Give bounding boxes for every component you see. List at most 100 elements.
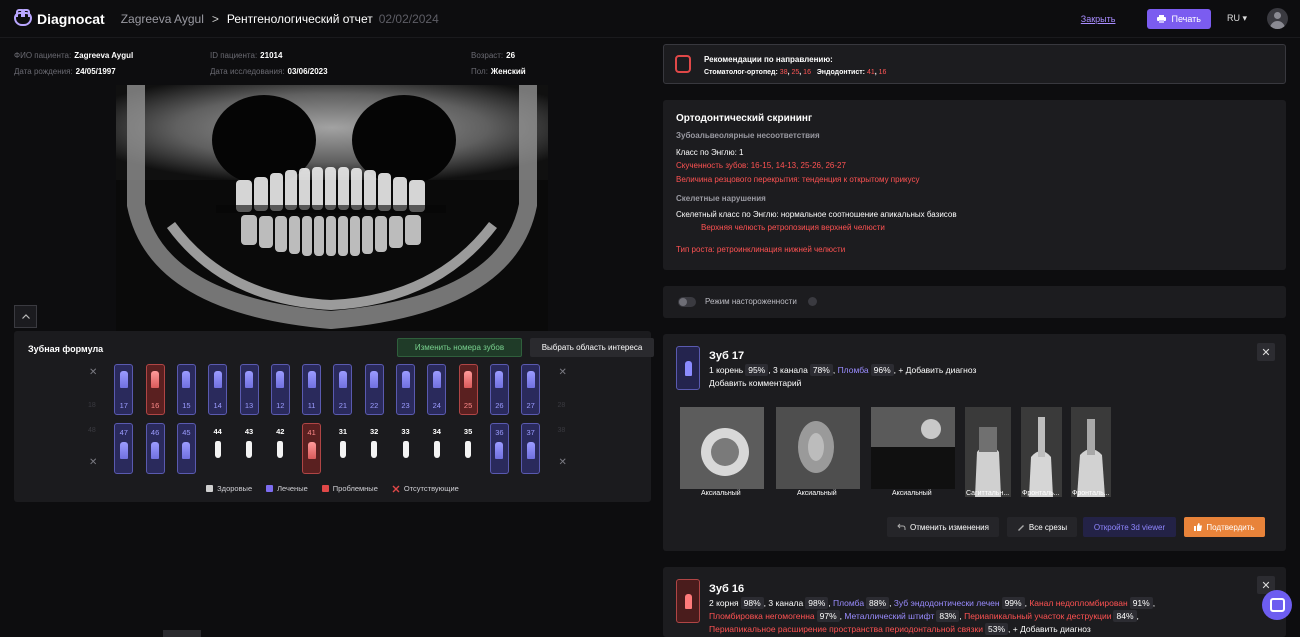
- tooth-16[interactable]: 16: [145, 364, 165, 415]
- renumber-teeth-button[interactable]: Изменить номера зубов: [397, 338, 522, 357]
- tooth-32[interactable]: 32: [365, 423, 384, 474]
- tooth-24[interactable]: 24: [427, 364, 447, 415]
- referral-icon: [675, 55, 691, 73]
- tooth-12[interactable]: 12: [270, 364, 290, 415]
- tooth-26[interactable]: 26: [489, 364, 509, 415]
- absent-tooth-x-icon[interactable]: ✕: [559, 367, 567, 378]
- tooth-number: 13: [244, 401, 254, 410]
- absent-tooth-x-icon[interactable]: ✕: [89, 367, 97, 378]
- tooth-27[interactable]: 27: [521, 364, 541, 415]
- slice-label: Фронталь...: [1022, 490, 1060, 497]
- slice-axial-2[interactable]: [776, 407, 860, 489]
- tooth-17[interactable]: 17: [114, 364, 134, 415]
- close-icon[interactable]: ✕: [1257, 343, 1275, 361]
- tooth-23[interactable]: 23: [396, 364, 415, 415]
- endo-tooth-link[interactable]: 16: [879, 69, 887, 76]
- tooth-33[interactable]: 33: [396, 423, 415, 474]
- tooth-25[interactable]: 25: [458, 364, 478, 415]
- patient-id: 21014: [260, 51, 283, 60]
- tooth-number: 41: [307, 428, 316, 437]
- absent-tooth-x-icon[interactable]: ✕: [89, 457, 97, 468]
- cancel-changes-button[interactable]: Отменить изменения: [887, 517, 999, 537]
- alert-mode-toggle[interactable]: [678, 297, 696, 307]
- diagnosis-filling[interactable]: Пломба: [833, 598, 864, 608]
- absent-tooth-x-icon[interactable]: ✕: [559, 457, 567, 468]
- horizontal-scrollbar[interactable]: [163, 630, 201, 637]
- diagnosis-filling[interactable]: Пломба: [838, 365, 869, 375]
- tooth-43[interactable]: 43: [240, 423, 259, 474]
- tooth-number: 27: [526, 401, 535, 410]
- slice-axial-3[interactable]: [871, 407, 955, 489]
- print-button[interactable]: Печать: [1147, 8, 1211, 29]
- slice-sagittal[interactable]: [965, 407, 1011, 497]
- endo-tooth-link[interactable]: 41: [867, 69, 875, 76]
- diagnosis-underfill[interactable]: Канал недопломбирован: [1029, 598, 1127, 608]
- diagnosis-widening[interactable]: Периапикальное расширение пространства п…: [709, 624, 983, 634]
- tooth-35[interactable]: 35: [459, 423, 478, 474]
- legend-healthy: Здоровые: [217, 484, 253, 493]
- logo[interactable]: Diagnocat: [14, 8, 105, 27]
- tooth-icon: [339, 441, 346, 458]
- ortho-tooth-link[interactable]: 38: [780, 69, 788, 76]
- tooth-11[interactable]: 11: [302, 364, 322, 415]
- chat-icon[interactable]: [1262, 590, 1292, 620]
- select-roi-button[interactable]: Выбрать область интереса: [530, 338, 654, 357]
- diagnosis-endo[interactable]: Зуб эндодонтически лечен: [894, 598, 1000, 608]
- tooth-title: Зуб 16: [709, 583, 745, 595]
- collapse-button[interactable]: [14, 305, 37, 328]
- slice-frontal-2[interactable]: [1071, 407, 1111, 497]
- tooth-number: 26: [495, 401, 504, 410]
- breadcrumb-patient[interactable]: Zagreeva Aygul: [121, 12, 204, 26]
- tooth-37[interactable]: 37: [521, 423, 541, 474]
- formula-legend: Здоровые Леченые Проблемные Отсутствующи…: [14, 484, 651, 493]
- tooth-number: 24: [432, 401, 441, 410]
- add-comment-button[interactable]: Добавить комментарий: [709, 378, 801, 388]
- breadcrumb-separator: >: [211, 11, 219, 26]
- diagnosis-post[interactable]: Металлический штифт: [844, 611, 934, 621]
- tooth-31[interactable]: 31: [333, 423, 352, 474]
- panoramic-xray[interactable]: [116, 85, 548, 331]
- all-slices-button[interactable]: Все срезы: [1007, 517, 1077, 537]
- diagnosis-lesion[interactable]: Периапикальный участок деструкции: [964, 611, 1111, 621]
- open-3d-viewer-button[interactable]: Откройте 3d viewer: [1083, 517, 1176, 537]
- tooth-22[interactable]: 22: [364, 364, 384, 415]
- tooth-number: 34: [432, 427, 441, 436]
- avatar-icon[interactable]: [1267, 8, 1288, 29]
- tooth-number: 44: [213, 427, 222, 436]
- tooth-21[interactable]: 21: [333, 364, 353, 415]
- diagnosis-inhomog[interactable]: Пломбировка негомогенна: [709, 611, 815, 621]
- info-icon[interactable]: [808, 297, 817, 306]
- tooth-47[interactable]: 47: [114, 423, 134, 474]
- tooth-36[interactable]: 36: [489, 423, 509, 474]
- ortho-tooth-link[interactable]: 25: [791, 69, 799, 76]
- close-link[interactable]: Закрыть: [1081, 14, 1116, 24]
- tooth-46[interactable]: 46: [145, 423, 165, 474]
- orthopedist-label: Стоматолог-ортопед:: [704, 69, 778, 76]
- tooth-number: 32: [370, 427, 379, 436]
- add-diagnosis-button[interactable]: + Добавить диагноз: [1013, 624, 1091, 634]
- language-select[interactable]: RU ▾: [1227, 13, 1247, 24]
- tooth-34[interactable]: 34: [427, 423, 446, 474]
- tooth-42[interactable]: 42: [271, 423, 290, 474]
- confidence: 95%: [745, 364, 769, 376]
- tooth-45[interactable]: 45: [176, 423, 196, 474]
- slice-axial-1[interactable]: [680, 407, 764, 489]
- ortho-tooth-link[interactable]: 16: [803, 69, 811, 76]
- tooth-14[interactable]: 14: [208, 364, 228, 415]
- tooth-41[interactable]: 41: [302, 423, 322, 474]
- tooth-44[interactable]: 44: [208, 423, 227, 474]
- slice-frontal-1[interactable]: [1021, 407, 1062, 497]
- tooth-13[interactable]: 13: [239, 364, 259, 415]
- chevron-up-icon: [21, 314, 30, 319]
- overbite: Величина резцового перекрытия: тенденция…: [676, 175, 920, 184]
- tooth-15[interactable]: 15: [176, 364, 196, 415]
- dental-formula-title: Зубная формула: [28, 344, 104, 354]
- confidence: 97%: [816, 610, 840, 622]
- tooth-number: 11: [307, 401, 316, 410]
- patient-name-label: ФИО пациента:: [14, 51, 72, 60]
- add-diagnosis-button[interactable]: + Добавить диагноз: [898, 365, 976, 375]
- tooth-icon: [676, 346, 700, 390]
- tooth-icon: [402, 441, 409, 458]
- tooth-icon: [182, 442, 191, 459]
- confirm-button[interactable]: Подтвердить: [1184, 517, 1265, 537]
